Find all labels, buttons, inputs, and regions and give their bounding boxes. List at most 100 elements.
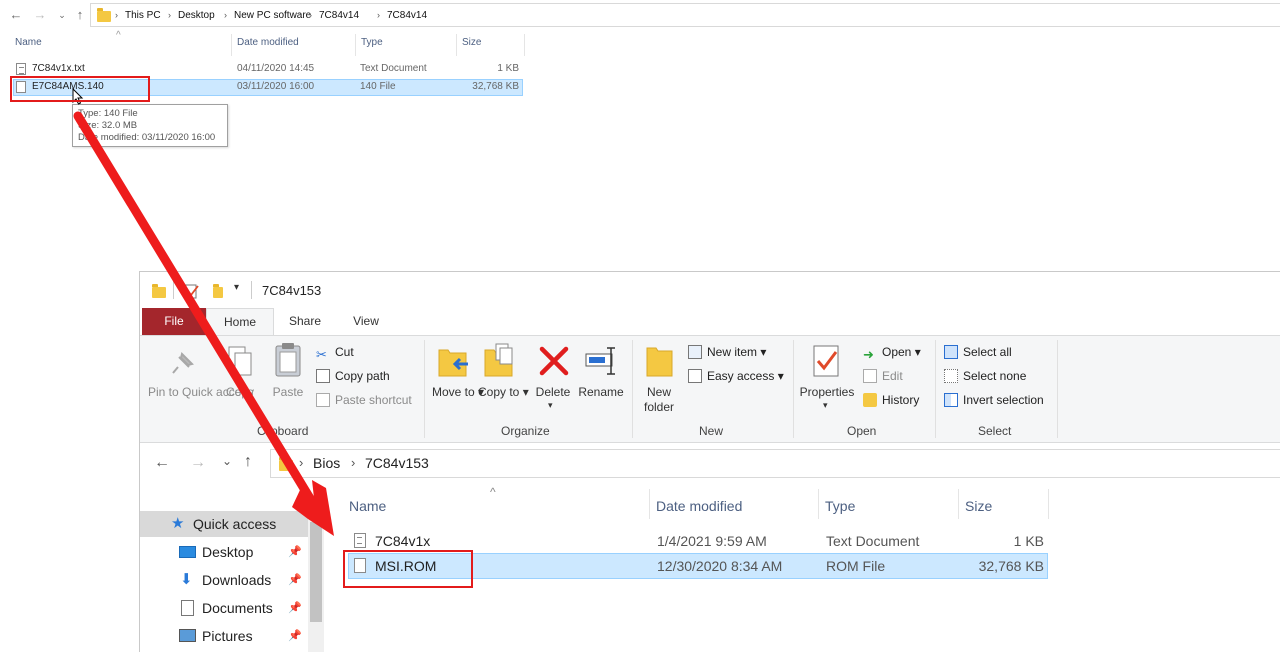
new-folder-icon[interactable]: [213, 284, 223, 298]
file-type: Text Document: [826, 533, 920, 549]
back-arrow-icon[interactable]: ←: [154, 454, 170, 472]
column-header-name[interactable]: Name: [15, 37, 42, 55]
column-header-type[interactable]: Type: [361, 37, 383, 55]
easy-access-label: Easy access: [707, 369, 775, 383]
recent-locations-chevron-icon[interactable]: ⌄: [222, 454, 232, 468]
delete-dropdown-chevron-icon[interactable]: ▾: [548, 400, 553, 411]
up-arrow-icon[interactable]: ↑: [72, 6, 88, 24]
tab-view[interactable]: View: [340, 308, 392, 335]
forward-arrow-icon[interactable]: →: [32, 6, 48, 24]
column-header-size[interactable]: Size: [965, 498, 992, 520]
background-explorer-window: ← → ⌄ ↑ › This PC › Desktop › New PC sof…: [0, 0, 1280, 270]
breadcrumb-7c84v153[interactable]: 7C84v153: [365, 455, 429, 471]
scroll-thumb[interactable]: [310, 522, 322, 622]
history-button[interactable]: History: [863, 391, 919, 409]
scroll-up-icon[interactable]: ▲: [312, 509, 320, 518]
top-address-bar[interactable]: › This PC › Desktop › New PC software › …: [90, 3, 1280, 27]
pin-to-quick-access-button[interactable]: Pin to Quick access: [148, 385, 253, 400]
breadcrumb-7c84v14[interactable]: 7C84v14: [319, 10, 359, 21]
move-to-button[interactable]: Move to ▾: [432, 385, 484, 400]
group-label-organize: Organize: [501, 424, 550, 438]
pin-icon[interactable]: 📌: [288, 629, 302, 642]
text-file-icon: [16, 63, 26, 75]
navigation-scrollbar[interactable]: ▲: [308, 508, 324, 652]
address-bar[interactable]: › Bios › 7C84v153: [270, 449, 1280, 478]
nav-item-pictures[interactable]: Pictures 📌: [140, 623, 308, 649]
forward-arrow-icon[interactable]: →: [190, 454, 206, 472]
tab-home[interactable]: Home: [206, 308, 274, 335]
invert-selection-button[interactable]: Invert selection: [944, 391, 1044, 409]
select-all-icon: [944, 345, 958, 359]
nav-item-label: Downloads: [202, 572, 272, 588]
nav-item-desktop[interactable]: Desktop 📌: [140, 539, 308, 565]
paste-button[interactable]: Paste: [271, 385, 305, 400]
cut-button[interactable]: ✂ Cut: [316, 343, 354, 362]
column-header-name[interactable]: Name: [349, 498, 386, 520]
nav-item-documents[interactable]: Documents 📌: [140, 595, 308, 621]
file-date: 03/11/2020 16:00: [237, 81, 315, 92]
nav-item-downloads[interactable]: ⬇ Downloads 📌: [140, 567, 308, 593]
up-arrow-icon[interactable]: ↑: [244, 453, 252, 471]
open-arrow-icon: ➜: [863, 347, 874, 362]
easy-access-button[interactable]: Easy access ▾: [688, 367, 784, 385]
rename-icon: [585, 347, 615, 375]
history-icon: [863, 393, 877, 407]
pin-icon[interactable]: 📌: [288, 545, 302, 558]
rename-button[interactable]: Rename: [577, 385, 625, 400]
copy-path-button[interactable]: Copy path: [316, 367, 390, 385]
nav-item-quick-access[interactable]: ★ Quick access: [140, 511, 308, 537]
folder-icon: [97, 8, 111, 22]
breadcrumb-new-pc-software[interactable]: New PC software: [234, 10, 311, 21]
group-label-open: Open: [847, 424, 877, 438]
pin-icon: [172, 352, 194, 374]
breadcrumb-desktop[interactable]: Desktop: [178, 10, 215, 21]
column-divider: [958, 489, 959, 519]
ribbon-tabs: File Home Share View: [140, 308, 1280, 335]
chevron-right-icon: ›: [115, 10, 118, 20]
sort-ascending-icon: ^: [116, 30, 121, 41]
tab-file[interactable]: File: [142, 308, 206, 335]
breadcrumb-7c84v14-current[interactable]: 7C84v14: [387, 10, 427, 21]
column-divider: [649, 489, 650, 519]
column-header-size[interactable]: Size: [462, 37, 481, 55]
paste-icon: [275, 343, 301, 377]
select-all-button[interactable]: Select all: [944, 343, 1012, 361]
highlight-box-renamed-file: [343, 550, 473, 588]
paste-shortcut-label: Paste shortcut: [335, 393, 412, 407]
open-button[interactable]: ➜ Open ▾: [863, 343, 921, 362]
paste-shortcut-button[interactable]: Paste shortcut: [316, 391, 412, 409]
file-size: 32,768 KB: [472, 81, 519, 92]
select-none-button[interactable]: Select none: [944, 367, 1026, 385]
new-folder-button[interactable]: New folder: [638, 385, 680, 415]
new-item-button[interactable]: New item ▾: [688, 343, 766, 361]
back-arrow-icon[interactable]: ←: [8, 6, 24, 24]
breadcrumb-this-pc[interactable]: This PC: [125, 10, 161, 21]
breadcrumb-bios[interactable]: Bios: [313, 455, 340, 471]
properties-dropdown-chevron-icon[interactable]: ▾: [823, 400, 828, 411]
column-header-date-modified[interactable]: Date modified: [237, 37, 299, 55]
ribbon-home: Pin to Quick access Copy Paste ✂ Cut Copy…: [140, 335, 1280, 443]
copy-to-button[interactable]: Copy to ▾: [478, 385, 529, 400]
invert-selection-icon: [944, 393, 958, 407]
group-label-select: Select: [978, 424, 1012, 438]
pin-icon[interactable]: 📌: [288, 573, 302, 586]
edit-label: Edit: [882, 369, 903, 383]
pin-icon[interactable]: 📌: [288, 601, 302, 614]
copy-button[interactable]: Copy: [224, 385, 256, 400]
delete-button[interactable]: Delete: [532, 385, 574, 400]
properties-checkmark-icon[interactable]: [184, 283, 200, 299]
recent-locations-chevron-icon[interactable]: ⌄: [54, 6, 70, 24]
edit-button[interactable]: Edit: [863, 367, 903, 385]
column-header-type[interactable]: Type: [825, 498, 855, 520]
chevron-right-icon: ›: [299, 455, 304, 470]
column-header-date-modified[interactable]: Date modified: [656, 498, 742, 520]
properties-button[interactable]: Properties: [797, 385, 857, 400]
navigation-pane: ★ Quick access Desktop 📌 ⬇ Downloads 📌 D…: [140, 485, 326, 652]
desktop-icon: [179, 546, 196, 558]
file-info-tooltip: Type: 140 File Size: 32.0 MB Date modifi…: [72, 104, 228, 147]
group-divider: [632, 340, 633, 438]
tab-share[interactable]: Share: [278, 308, 332, 335]
customize-toolbar-chevron-icon[interactable]: ▾: [234, 282, 239, 293]
sort-ascending-icon: ^: [490, 485, 496, 499]
file-date: 1/4/2021 9:59 AM: [657, 533, 767, 549]
